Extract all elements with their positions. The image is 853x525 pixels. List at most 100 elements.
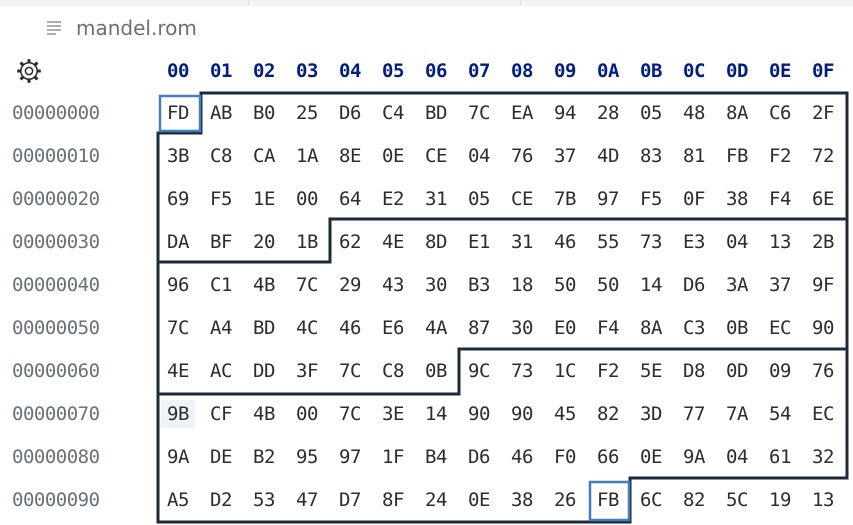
byte-cell[interactable]: 6C: [634, 486, 668, 514]
byte-cell[interactable]: 0B: [720, 314, 754, 342]
byte-cell[interactable]: E0: [548, 314, 582, 342]
byte-cell[interactable]: F2: [591, 357, 625, 385]
byte-cell[interactable]: 9C: [462, 357, 496, 385]
byte-cell[interactable]: 8D: [419, 228, 453, 256]
byte-cell[interactable]: CA: [247, 142, 281, 170]
byte-cell[interactable]: 3A: [720, 271, 754, 299]
byte-cell[interactable]: E2: [376, 185, 410, 213]
byte-cell[interactable]: F4: [763, 185, 797, 213]
byte-cell[interactable]: 3B: [161, 142, 195, 170]
gear-icon[interactable]: [16, 58, 42, 84]
byte-cell[interactable]: 64: [333, 185, 367, 213]
byte-cell[interactable]: 95: [290, 443, 324, 471]
byte-cell[interactable]: 83: [634, 142, 668, 170]
byte-cell[interactable]: 6E: [806, 185, 840, 213]
byte-cell[interactable]: AB: [204, 99, 238, 127]
byte-cell[interactable]: 7B: [548, 185, 582, 213]
byte-cell[interactable]: 82: [677, 486, 711, 514]
byte-cell[interactable]: 90: [462, 400, 496, 428]
byte-cell[interactable]: 09: [763, 357, 797, 385]
byte-cell[interactable]: 24: [419, 486, 453, 514]
byte-cell[interactable]: 55: [591, 228, 625, 256]
byte-cell[interactable]: 30: [505, 314, 539, 342]
byte-cell[interactable]: 81: [677, 142, 711, 170]
byte-cell[interactable]: 87: [462, 314, 496, 342]
byte-cell[interactable]: 90: [806, 314, 840, 342]
byte-cell[interactable]: 46: [505, 443, 539, 471]
byte-cell[interactable]: 3D: [634, 400, 668, 428]
byte-cell[interactable]: 48: [677, 99, 711, 127]
byte-cell[interactable]: 45: [548, 400, 582, 428]
byte-cell[interactable]: CF: [204, 400, 238, 428]
byte-cell[interactable]: 50: [591, 271, 625, 299]
byte-cell[interactable]: CE: [419, 142, 453, 170]
byte-cell[interactable]: A4: [204, 314, 238, 342]
byte-cell[interactable]: 96: [161, 271, 195, 299]
byte-cell[interactable]: C4: [376, 99, 410, 127]
byte-cell[interactable]: 30: [419, 271, 453, 299]
byte-cell[interactable]: FD: [161, 99, 195, 127]
byte-cell[interactable]: 97: [333, 443, 367, 471]
byte-cell[interactable]: 0F: [677, 185, 711, 213]
byte-cell[interactable]: 26: [548, 486, 582, 514]
byte-cell[interactable]: 13: [763, 228, 797, 256]
byte-cell[interactable]: 0E: [634, 443, 668, 471]
byte-cell[interactable]: F4: [591, 314, 625, 342]
byte-cell[interactable]: 20: [247, 228, 281, 256]
byte-cell[interactable]: 28: [591, 99, 625, 127]
byte-cell[interactable]: 90: [505, 400, 539, 428]
byte-cell[interactable]: C6: [763, 99, 797, 127]
byte-cell[interactable]: 69: [161, 185, 195, 213]
byte-cell[interactable]: 7C: [161, 314, 195, 342]
byte-cell[interactable]: 1B: [290, 228, 324, 256]
byte-cell[interactable]: 61: [763, 443, 797, 471]
byte-cell[interactable]: BD: [247, 314, 281, 342]
byte-cell[interactable]: 50: [548, 271, 582, 299]
byte-cell[interactable]: 05: [634, 99, 668, 127]
byte-cell[interactable]: 31: [505, 228, 539, 256]
byte-cell[interactable]: 2F: [806, 99, 840, 127]
byte-cell[interactable]: 76: [505, 142, 539, 170]
byte-cell[interactable]: BD: [419, 99, 453, 127]
byte-cell[interactable]: 4C: [290, 314, 324, 342]
byte-cell[interactable]: 14: [419, 400, 453, 428]
byte-cell[interactable]: CE: [505, 185, 539, 213]
byte-cell[interactable]: D6: [333, 99, 367, 127]
byte-cell[interactable]: EA: [505, 99, 539, 127]
tab-file[interactable]: mandel.rom: [46, 13, 197, 43]
byte-cell[interactable]: 37: [763, 271, 797, 299]
byte-cell[interactable]: 54: [763, 400, 797, 428]
byte-cell[interactable]: 77: [677, 400, 711, 428]
byte-cell[interactable]: A5: [161, 486, 195, 514]
byte-cell[interactable]: C8: [376, 357, 410, 385]
byte-cell[interactable]: 04: [462, 142, 496, 170]
byte-cell[interactable]: 8A: [720, 99, 754, 127]
byte-cell[interactable]: E1: [462, 228, 496, 256]
byte-cell[interactable]: FB: [591, 486, 625, 514]
byte-cell[interactable]: 76: [806, 357, 840, 385]
byte-cell[interactable]: DA: [161, 228, 195, 256]
byte-cell[interactable]: 8E: [333, 142, 367, 170]
byte-cell[interactable]: D8: [677, 357, 711, 385]
byte-cell[interactable]: D6: [677, 271, 711, 299]
byte-cell[interactable]: 4B: [247, 400, 281, 428]
byte-cell[interactable]: 7C: [462, 99, 496, 127]
byte-cell[interactable]: 46: [548, 228, 582, 256]
byte-cell[interactable]: F2: [763, 142, 797, 170]
byte-cell[interactable]: FB: [720, 142, 754, 170]
byte-cell[interactable]: 38: [505, 486, 539, 514]
byte-cell[interactable]: B2: [247, 443, 281, 471]
byte-cell[interactable]: 5C: [720, 486, 754, 514]
byte-cell[interactable]: 9B: [161, 400, 195, 428]
byte-cell[interactable]: B0: [247, 99, 281, 127]
byte-cell[interactable]: 3F: [290, 357, 324, 385]
byte-cell[interactable]: D7: [333, 486, 367, 514]
byte-cell[interactable]: 0E: [376, 142, 410, 170]
byte-cell[interactable]: C3: [677, 314, 711, 342]
byte-cell[interactable]: F5: [204, 185, 238, 213]
byte-cell[interactable]: 29: [333, 271, 367, 299]
byte-cell[interactable]: 7C: [333, 400, 367, 428]
byte-cell[interactable]: 4E: [376, 228, 410, 256]
byte-cell[interactable]: 04: [720, 228, 754, 256]
byte-cell[interactable]: 94: [548, 99, 582, 127]
